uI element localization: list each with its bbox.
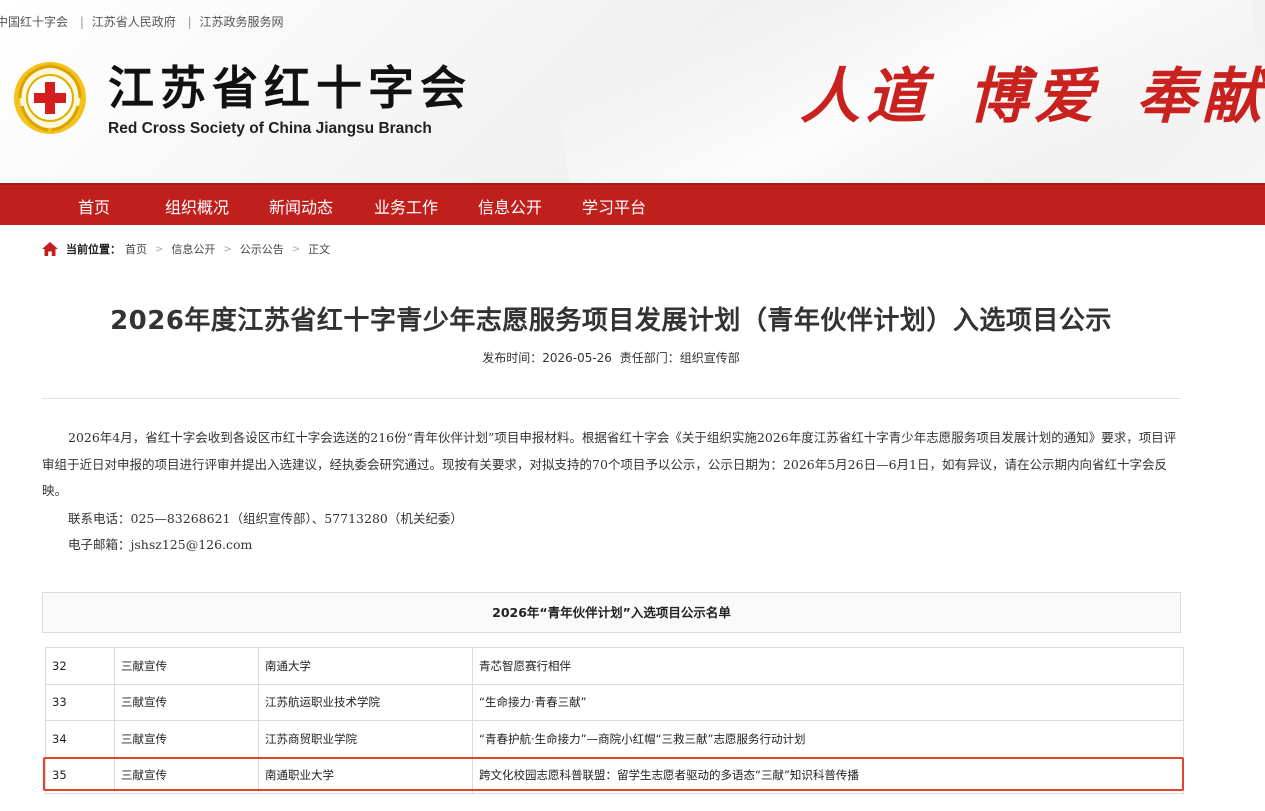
article-title: 2026年度江苏省红十字青少年志愿服务项目发展计划（青年伙伴计划）入选项目公示 <box>110 306 1112 336</box>
article-meta: 发布时间：2026-05-26 责任部门：组织宣传部 <box>0 349 1222 366</box>
department: 责任部门：组织宣传部 <box>619 351 740 365</box>
breadcrumb-label: 当前位置： <box>66 243 121 256</box>
projects-table: 32 三献宣传 南通大学 青芯智愿赛行相伴 33 三献宣传 江苏航运职业技术学院… <box>45 647 1184 794</box>
cell-project: 青芯智愿赛行相伴 <box>472 647 1184 685</box>
red-cross-logo[interactable] <box>12 60 88 136</box>
slogan-fraternity: 博爱 <box>968 62 1100 132</box>
cell-organization: 南通大学 <box>258 647 473 685</box>
breadcrumb-info-public[interactable]: 信息公开 <box>171 241 215 257</box>
chevron-right-icon: > <box>223 243 232 255</box>
cell-organization: 南通职业大学 <box>258 756 473 794</box>
table-caption: 2026年“青年伙伴计划”入选项目公示名单 <box>42 592 1181 633</box>
site-header: 中国红十字会 | 江苏省人民政府 | 江苏政务服务网 江苏省红十字会 Red C… <box>0 0 1265 183</box>
cell-category: 三献宣传 <box>114 683 259 721</box>
table-row: 34 三献宣传 江苏商贸职业学院 “青春护航·生命接力”—商院小红帽“三救三献”… <box>45 720 1184 758</box>
breadcrumb-notices[interactable]: 公示公告 <box>240 241 284 257</box>
breadcrumb-home[interactable]: 首页 <box>125 241 147 257</box>
slogan-dedication: 奉献 <box>1136 62 1265 132</box>
cell-organization: 江苏商贸职业学院 <box>258 720 473 758</box>
cell-category: 三献宣传 <box>114 647 259 685</box>
main-nav: 首页 组织概况 新闻动态 业务工作 信息公开 学习平台 <box>0 183 1265 225</box>
cell-category: 三献宣传 <box>114 720 259 758</box>
top-link-rcsc[interactable]: 中国红十字会 <box>0 15 68 29</box>
cell-project: 跨文化校园志愿科普联盟：留学生志愿者驱动的多语态“三献”知识科普传播 <box>472 756 1184 794</box>
contact-email: 电子邮箱：jshsz125@126.com <box>68 537 253 552</box>
table-row-highlighted: 35 三献宣传 南通职业大学 跨文化校园志愿科普联盟：留学生志愿者驱动的多语态“… <box>45 756 1184 794</box>
cell-category: 三献宣传 <box>114 756 259 794</box>
cell-number: 33 <box>45 683 115 721</box>
nav-organization[interactable]: 组织概况 <box>165 194 229 218</box>
home-icon <box>42 242 58 256</box>
nav-home[interactable]: 首页 <box>78 194 110 218</box>
cell-project: “生命接力·青春三献” <box>472 683 1184 721</box>
site-title[interactable]: 江苏省红十字会 <box>108 60 472 116</box>
slogan-humanity: 人道 <box>800 62 932 132</box>
top-link-jiangsu-gov[interactable]: 江苏省人民政府 <box>92 15 176 29</box>
cell-organization: 江苏航运职业技术学院 <box>258 683 473 721</box>
publish-time: 发布时间：2026-05-26 <box>482 351 612 365</box>
cell-number: 35 <box>45 756 115 794</box>
nav-news[interactable]: 新闻动态 <box>269 194 333 218</box>
table-row: 33 三献宣传 江苏航运职业技术学院 “生命接力·青春三献” <box>45 683 1184 721</box>
table-row: 32 三献宣传 南通大学 青芯智愿赛行相伴 <box>45 647 1184 685</box>
divider <box>42 398 1181 399</box>
top-link-gov-service[interactable]: 江苏政务服务网 <box>199 15 283 29</box>
breadcrumb-current: 正文 <box>308 243 331 256</box>
site-subtitle: Red Cross Society of China Jiangsu Branc… <box>108 120 432 137</box>
nav-info-public[interactable]: 信息公开 <box>478 194 542 218</box>
breadcrumb: 当前位置： 首页 > 信息公开 > 公示公告 > 正文 <box>42 241 330 257</box>
chevron-right-icon: > <box>291 243 301 255</box>
article-paragraph: 2026年4月，省红十字会收到各设区市红十字会选送的216份“青年伙伴计划”项目… <box>42 430 1177 498</box>
site-slogan: 人道 博爱 奉献 <box>800 62 1265 132</box>
contact-phone: 联系电话：025—83268621（组织宣传部）、57713280（机关纪委） <box>68 511 463 526</box>
nav-learning[interactable]: 学习平台 <box>582 194 646 218</box>
chevron-right-icon: > <box>155 243 164 255</box>
cell-project: “青春护航·生命接力”—商院小红帽“三救三献”志愿服务行动计划 <box>472 720 1184 758</box>
nav-business[interactable]: 业务工作 <box>374 194 438 218</box>
cell-number: 34 <box>45 720 115 758</box>
cell-number: 32 <box>45 647 115 685</box>
top-links: 中国红十字会 | 江苏省人民政府 | 江苏政务服务网 <box>0 13 289 30</box>
